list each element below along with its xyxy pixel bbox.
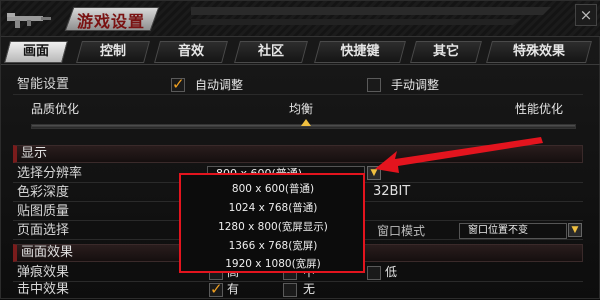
auto-adjust-label: 自动调整 — [195, 78, 244, 92]
tab-label: 特殊效果 — [512, 44, 565, 59]
tab-sound[interactable]: 音效 — [154, 41, 228, 63]
bullet-hole-label: 弹痕效果 — [17, 265, 70, 280]
settings-window: 游戏设置 × 画面 控制 音效 社区 快捷键 其它 特殊效果 智能设置 自动调整… — [0, 0, 600, 299]
tab-label: 控制 — [99, 44, 126, 59]
manual-adjust-label: 手动调整 — [391, 78, 440, 92]
resolution-option[interactable]: 1280 x 800(宽屏显示) — [187, 219, 359, 235]
resolution-label: 选择分辨率 — [17, 166, 83, 181]
chevron-down-icon[interactable]: ▼ — [367, 166, 381, 180]
tab-label: 画面 — [22, 44, 49, 59]
quality-slider-thumb[interactable] — [301, 119, 311, 126]
bullet-hole-low-label: 低 — [385, 265, 398, 279]
hit-effect-label: 击中效果 — [17, 282, 70, 297]
resolution-option[interactable]: 1024 x 768(普通) — [187, 200, 359, 216]
window-position-select[interactable]: 窗口位置不变 — [459, 223, 567, 239]
close-button[interactable]: × — [575, 4, 597, 26]
tab-community[interactable]: 社区 — [234, 41, 308, 63]
tab-label: 快捷键 — [340, 44, 380, 59]
close-icon: × — [579, 6, 593, 24]
hit-effect-row: 击中效果 有 无 — [13, 280, 583, 299]
color-depth-value: 32BIT — [373, 184, 411, 199]
preset-label: 智能设置 — [17, 77, 70, 92]
tab-display[interactable]: 画面 — [4, 41, 68, 63]
texture-label: 贴图质量 — [17, 204, 70, 219]
chevron-down-icon[interactable]: ▼ — [568, 223, 582, 237]
tab-label: 其它 — [432, 44, 459, 59]
window-title: 游戏设置 — [77, 12, 146, 31]
hit-effect-yes-checkbox[interactable] — [209, 280, 223, 298]
tab-controls[interactable]: 控制 — [76, 41, 150, 63]
resolution-dropdown-list: 800 x 600(普通) 1024 x 768(普通) 1280 x 800(… — [179, 173, 365, 273]
manual-adjust-checkbox[interactable] — [367, 78, 381, 92]
tab-other[interactable]: 其它 — [410, 41, 482, 63]
hit-effect-yes-label: 有 — [227, 282, 240, 296]
titlebar-decoration — [191, 7, 551, 25]
hit-effect-no-label: 无 — [303, 282, 316, 296]
tab-special-effects[interactable]: 特殊效果 — [486, 41, 592, 63]
tab-label: 社区 — [257, 44, 284, 59]
bullet-hole-low-radio[interactable] — [367, 266, 381, 280]
window-mode-label: 窗口模式 — [377, 224, 426, 238]
resolution-option[interactable]: 1366 x 768(宽屏) — [187, 238, 359, 254]
tab-label: 音效 — [177, 44, 204, 59]
color-depth-label: 色彩深度 — [17, 185, 70, 200]
quality-right-label: 性能优化 — [515, 102, 564, 116]
rifle-icon — [7, 13, 51, 28]
preset-row: 智能设置 自动调整 手动调整 — [13, 75, 583, 95]
resolution-option[interactable]: 1920 x 1080(宽屏) — [187, 256, 359, 272]
page-select-label: 页面选择 — [17, 223, 70, 238]
quality-left-label: 品质优化 — [31, 102, 80, 116]
auto-adjust-checkbox[interactable] — [171, 75, 185, 93]
title-bar: 游戏设置 × — [1, 1, 600, 37]
tab-bar: 画面 控制 音效 社区 快捷键 其它 特殊效果 — [1, 41, 600, 65]
hit-effect-no-checkbox[interactable] — [283, 283, 297, 297]
tab-hotkeys[interactable]: 快捷键 — [314, 41, 406, 63]
quality-mid-label: 均衡 — [289, 102, 314, 116]
resolution-option[interactable]: 800 x 600(普通) — [187, 181, 359, 197]
display-section-header: 显示 — [13, 145, 583, 163]
